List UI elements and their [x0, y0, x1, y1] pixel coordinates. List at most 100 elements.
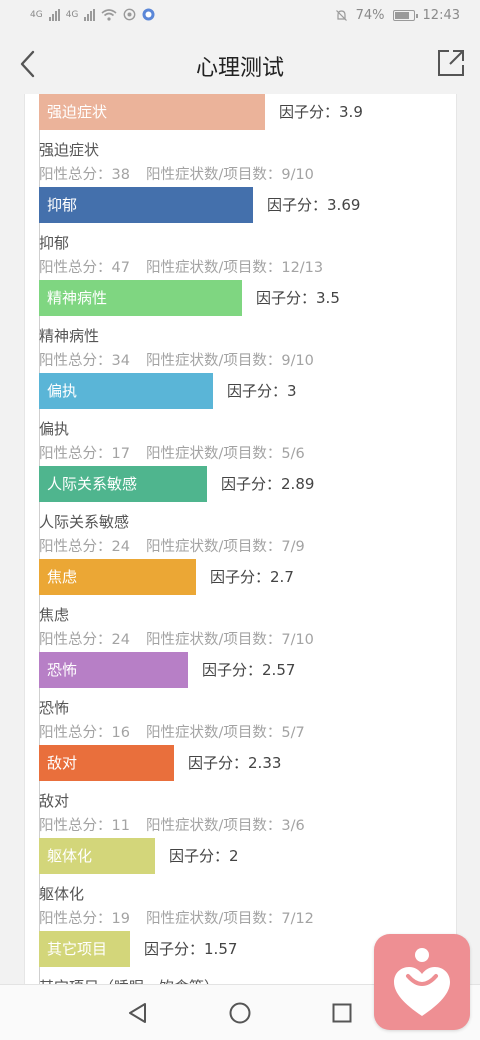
factor-bar: 恐怖 [39, 652, 188, 688]
floating-app-button[interactable] [374, 934, 470, 1030]
factor-score: 因子分：1.57 [144, 931, 237, 967]
factor-stats: 阳性总分：16 阳性症状数/项目数：5/7 [39, 721, 305, 742]
share-icon[interactable] [436, 48, 466, 78]
globe-app-icon [142, 8, 155, 21]
factor-score-value: 3 [287, 382, 297, 400]
factor-name: 强迫症状 [39, 141, 100, 159]
positive-items-label: 阳性症状数/项目数： [145, 632, 282, 648]
factor-item: 躯体化 因子分：2 躯体化 阳性总分：19 阳性症状数/项目数：7/12 [39, 838, 456, 931]
factor-item: 偏执 因子分：3 偏执 阳性总分：17 阳性症状数/项目数：5/6 [39, 373, 456, 466]
positive-total-label: 阳性总分： [39, 167, 112, 183]
positive-items-value: 7/9 [281, 539, 305, 555]
positive-items-label: 阳性症状数/项目数： [145, 911, 282, 927]
factor-bar: 强迫症状 [39, 94, 265, 130]
triangle-back-icon[interactable] [126, 1001, 150, 1025]
factor-stats: 阳性总分：34 阳性症状数/项目数：9/10 [39, 349, 314, 370]
factor-score-label: 因子分： [267, 196, 328, 214]
factor-name: 敌对 [39, 792, 70, 810]
positive-total-label: 阳性总分： [39, 539, 112, 555]
positive-total-value: 34 [111, 353, 130, 369]
factor-score: 因子分：3.5 [256, 280, 340, 316]
factor-score-label: 因子分： [279, 103, 340, 121]
positive-items-label: 阳性症状数/项目数： [145, 818, 282, 834]
wifi-icon [101, 8, 117, 21]
positive-items-value: 9/10 [281, 167, 314, 183]
mute-icon [335, 10, 347, 21]
factor-score-value: 2.89 [281, 475, 315, 493]
factor-item: 恐怖 因子分：2.57 恐怖 阳性总分：16 阳性症状数/项目数：5/7 [39, 652, 456, 745]
status-bar: 4G 4G 74% 12:43 [0, 0, 480, 34]
factor-score: 因子分：2.89 [221, 466, 314, 502]
factor-score: 因子分：3.9 [279, 94, 363, 130]
positive-total-label: 阳性总分： [39, 725, 112, 741]
factor-bar: 躯体化 [39, 838, 155, 874]
positive-items-label: 阳性症状数/项目数： [145, 725, 282, 741]
factor-name: 精神病性 [39, 327, 100, 345]
positive-items-label: 阳性症状数/项目数： [145, 539, 282, 555]
factor-stats: 阳性总分：47 阳性症状数/项目数：12/13 [39, 256, 323, 277]
factor-name: 躯体化 [39, 885, 85, 903]
factor-score-label: 因子分： [256, 289, 317, 307]
factor-name: 偏执 [39, 420, 70, 438]
factor-bar: 偏执 [39, 373, 213, 409]
factor-score-value: 2.57 [262, 661, 296, 679]
status-left: 4G 4G [30, 8, 155, 21]
factor-score-value: 3.69 [327, 196, 361, 214]
positive-items-label: 阳性症状数/项目数： [145, 446, 282, 462]
positive-total-value: 16 [111, 725, 130, 741]
factor-score-label: 因子分： [227, 382, 288, 400]
factor-item: 精神病性 因子分：3.5 精神病性 阳性总分：34 阳性症状数/项目数：9/10 [39, 280, 456, 373]
factor-score-label: 因子分： [188, 754, 249, 772]
positive-total-value: 11 [111, 818, 130, 834]
factor-score-label: 因子分： [144, 940, 205, 958]
factor-bar: 抑郁 [39, 187, 253, 223]
positive-total-value: 24 [111, 539, 130, 555]
battery-icon [392, 10, 418, 21]
positive-items-label: 阳性症状数/项目数： [145, 167, 282, 183]
positive-items-value: 7/12 [281, 911, 314, 927]
factor-name: 抑郁 [39, 234, 70, 252]
factor-item: 焦虑 因子分：2.7 焦虑 阳性总分：24 阳性症状数/项目数：7/10 [39, 559, 456, 652]
page-title: 心理测试 [195, 56, 284, 81]
factor-score: 因子分：2.57 [202, 652, 295, 688]
positive-total-value: 38 [111, 167, 130, 183]
app-header: 心理测试 [0, 34, 480, 94]
clock: 12:43 [422, 8, 460, 23]
status-right: 74% 12:43 [335, 8, 460, 23]
positive-total-label: 阳性总分： [39, 818, 112, 834]
positive-items-value: 7/10 [281, 632, 314, 648]
positive-total-label: 阳性总分： [39, 353, 112, 369]
square-recent-icon[interactable] [330, 1001, 354, 1025]
positive-total-label: 阳性总分： [39, 632, 112, 648]
positive-total-value: 47 [111, 260, 130, 276]
factor-stats: 阳性总分：19 阳性症状数/项目数：7/12 [39, 907, 314, 928]
factor-score-value: 2.33 [248, 754, 282, 772]
battery-percent: 74% [355, 8, 385, 23]
signal-2-icon [84, 8, 96, 21]
factor-score-label: 因子分： [210, 568, 271, 586]
factor-stats: 阳性总分：11 阳性症状数/项目数：3/6 [39, 814, 305, 835]
positive-total-value: 19 [111, 911, 130, 927]
factor-bar: 人际关系敏感 [39, 466, 207, 502]
signal-1-icon [48, 8, 60, 21]
factor-score: 因子分：3 [227, 373, 297, 409]
factor-name: 焦虑 [39, 606, 70, 624]
factor-bar: 焦虑 [39, 559, 196, 595]
positive-items-value: 3/6 [281, 818, 305, 834]
factor-stats: 阳性总分：24 阳性症状数/项目数：7/10 [39, 628, 314, 649]
results-panel[interactable]: 强迫症状 因子分：3.9 强迫症状 阳性总分：38 阳性症状数/项目数：9/10 抑郁 因子… [24, 94, 457, 984]
factor-score-value: 2 [229, 847, 239, 865]
circle-home-icon[interactable] [228, 1001, 252, 1025]
factor-score: 因子分：2.33 [188, 745, 281, 781]
factor-stats: 阳性总分：24 阳性症状数/项目数：7/9 [39, 535, 305, 556]
heart-person-icon [394, 948, 450, 1016]
factor-item: 抑郁 因子分：3.69 抑郁 阳性总分：47 阳性症状数/项目数：12/13 [39, 187, 456, 280]
positive-items-label: 阳性症状数/项目数： [145, 260, 282, 276]
network-1-label: 4G [30, 9, 43, 20]
factor-bar: 其它项目 [39, 931, 130, 967]
positive-items-value: 5/7 [281, 725, 305, 741]
factor-stats: 阳性总分：17 阳性症状数/项目数：5/6 [39, 442, 305, 463]
factor-score-value: 3.9 [339, 103, 363, 121]
factor-score-label: 因子分： [202, 661, 263, 679]
factor-score-label: 因子分： [169, 847, 230, 865]
